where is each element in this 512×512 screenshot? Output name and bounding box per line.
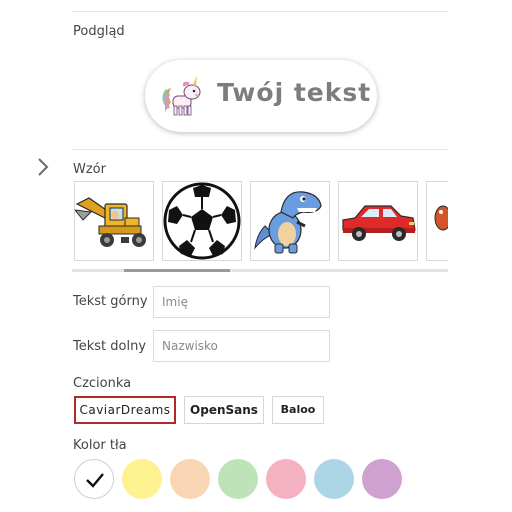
preview-label: Podgląd bbox=[73, 24, 125, 39]
red-car-icon bbox=[342, 205, 416, 241]
preview-pill: Twój tekst bbox=[145, 60, 377, 132]
top-divider bbox=[72, 11, 448, 12]
color-swatch[interactable] bbox=[74, 459, 114, 499]
font-option-baloo[interactable]: Baloo bbox=[272, 396, 324, 424]
font-option-opensans[interactable]: OpenSans bbox=[184, 396, 264, 424]
color-swatch[interactable] bbox=[362, 459, 402, 499]
text-bottom-label: Tekst dolny bbox=[73, 339, 147, 354]
pattern-tile-excavator[interactable] bbox=[74, 181, 154, 261]
color-swatch[interactable] bbox=[122, 459, 162, 499]
text-top-label: Tekst górny bbox=[73, 294, 148, 309]
text-bottom-input[interactable] bbox=[153, 330, 330, 362]
color-swatch[interactable] bbox=[170, 459, 210, 499]
pattern-scrollbar-thumb[interactable] bbox=[124, 269, 230, 272]
font-option-caviardreams[interactable]: CaviarDreams bbox=[74, 396, 176, 424]
orange-pattern-icon bbox=[434, 205, 448, 231]
soccer-ball-icon bbox=[163, 182, 241, 260]
bg-color-label: Kolor tła bbox=[73, 438, 127, 453]
chevron-right-icon[interactable] bbox=[36, 157, 50, 177]
excavator-icon bbox=[75, 197, 146, 247]
pattern-strip bbox=[72, 181, 448, 265]
pattern-tile-car[interactable] bbox=[338, 181, 418, 261]
text-top-input[interactable] bbox=[153, 286, 330, 318]
pattern-tile-dinosaur[interactable] bbox=[250, 181, 330, 261]
dinosaur-icon bbox=[254, 191, 322, 254]
font-label: Czcionka bbox=[73, 376, 132, 391]
color-swatch[interactable] bbox=[218, 459, 258, 499]
color-swatch[interactable] bbox=[314, 459, 354, 499]
checkmark-icon bbox=[86, 473, 104, 488]
pattern-tile-partial[interactable] bbox=[426, 181, 448, 261]
pattern-tile-soccer-ball[interactable] bbox=[162, 181, 242, 261]
color-swatch[interactable] bbox=[266, 459, 306, 499]
section-divider bbox=[72, 149, 448, 150]
pattern-label: Wzór bbox=[73, 162, 106, 177]
preview-text: Twój tekst bbox=[217, 78, 372, 107]
unicorn-icon bbox=[162, 75, 201, 116]
